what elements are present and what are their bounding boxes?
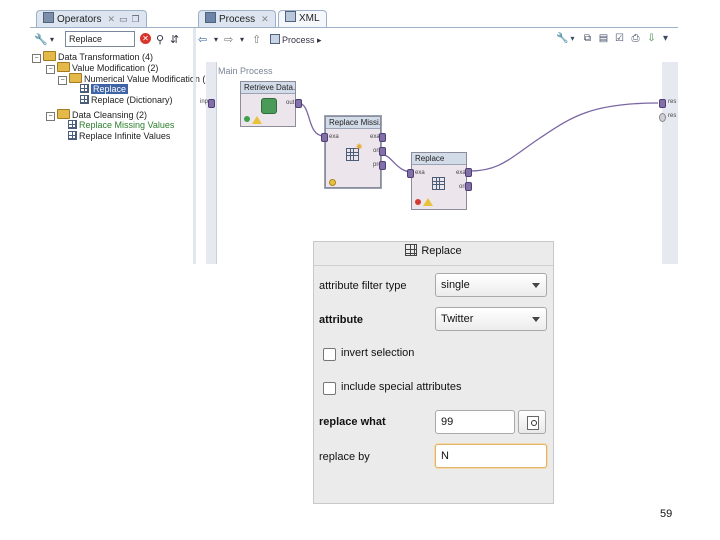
- connection-replace-to-output: [469, 102, 659, 172]
- chevron-down-icon: [532, 317, 540, 322]
- replace-operator-icon: [432, 176, 447, 194]
- replace-output-port[interactable]: [465, 168, 472, 177]
- operator-title: Replace: [412, 153, 466, 165]
- attribute-label: attribute: [319, 314, 363, 326]
- warning-icon: [423, 198, 433, 206]
- regex-editor-button[interactable]: [518, 410, 546, 434]
- port-label: exa: [415, 170, 425, 176]
- invert-selection-label: invert selection: [341, 347, 415, 359]
- selected-value: single: [441, 279, 470, 291]
- star-icon: ✷: [355, 142, 364, 153]
- replace-missing-input-port[interactable]: [321, 133, 328, 142]
- replace-what-input[interactable]: [435, 410, 515, 434]
- database-icon: [261, 98, 277, 114]
- replace-ori-port[interactable]: [465, 182, 472, 191]
- attribute-select[interactable]: Twitter: [435, 307, 547, 331]
- selected-value: Twitter: [441, 313, 474, 325]
- replace-operator-icon: [405, 244, 418, 256]
- include-special-attributes-label: include special attributes: [341, 381, 462, 393]
- warning-icon: [252, 116, 262, 124]
- connection-retrieve-to-replace-missing: [297, 102, 325, 137]
- replace-missing-pre-port[interactable]: [379, 161, 386, 170]
- operator-title: Replace Missi...: [326, 117, 380, 129]
- port-label: exa: [329, 134, 339, 140]
- chevron-down-icon: [532, 283, 540, 288]
- parameters-title: Replace: [314, 244, 553, 257]
- parameters-panel: Replace attribute filter type single att…: [313, 241, 554, 504]
- include-special-attributes-checkbox[interactable]: [323, 382, 336, 395]
- status-error-icon: [415, 199, 421, 205]
- title-divider: [314, 265, 553, 266]
- search-icon: [527, 416, 539, 430]
- retrieve-output-port[interactable]: [295, 99, 302, 108]
- operator-title: Retrieve Data...: [241, 82, 295, 94]
- replace-missing-operator[interactable]: Replace Missi... ✷ exa exa ori pre: [325, 116, 382, 188]
- invert-selection-checkbox[interactable]: [323, 348, 336, 361]
- replace-by-label: replace by: [319, 451, 370, 463]
- replace-what-label: replace what: [319, 416, 386, 428]
- attribute-filter-type-label: attribute filter type: [319, 280, 407, 292]
- replace-missing-ori-port[interactable]: [379, 147, 386, 156]
- rapidminer-screenshot: Operators✕▭❐ Process✕ XML 🔧 ▾ ✕ ⚲ ⇵ −Dat…: [30, 8, 678, 264]
- status-ok-icon: [244, 116, 250, 122]
- attribute-filter-type-select[interactable]: single: [435, 273, 547, 297]
- replace-input-port[interactable]: [407, 169, 414, 178]
- page-number: 59: [660, 508, 673, 520]
- status-warning-icon: [329, 179, 336, 186]
- port-label: out: [286, 100, 295, 106]
- replace-missing-output-port[interactable]: [379, 133, 386, 142]
- replace-operator[interactable]: Replace exa exa ori: [411, 152, 467, 210]
- replace-by-input[interactable]: [435, 444, 547, 468]
